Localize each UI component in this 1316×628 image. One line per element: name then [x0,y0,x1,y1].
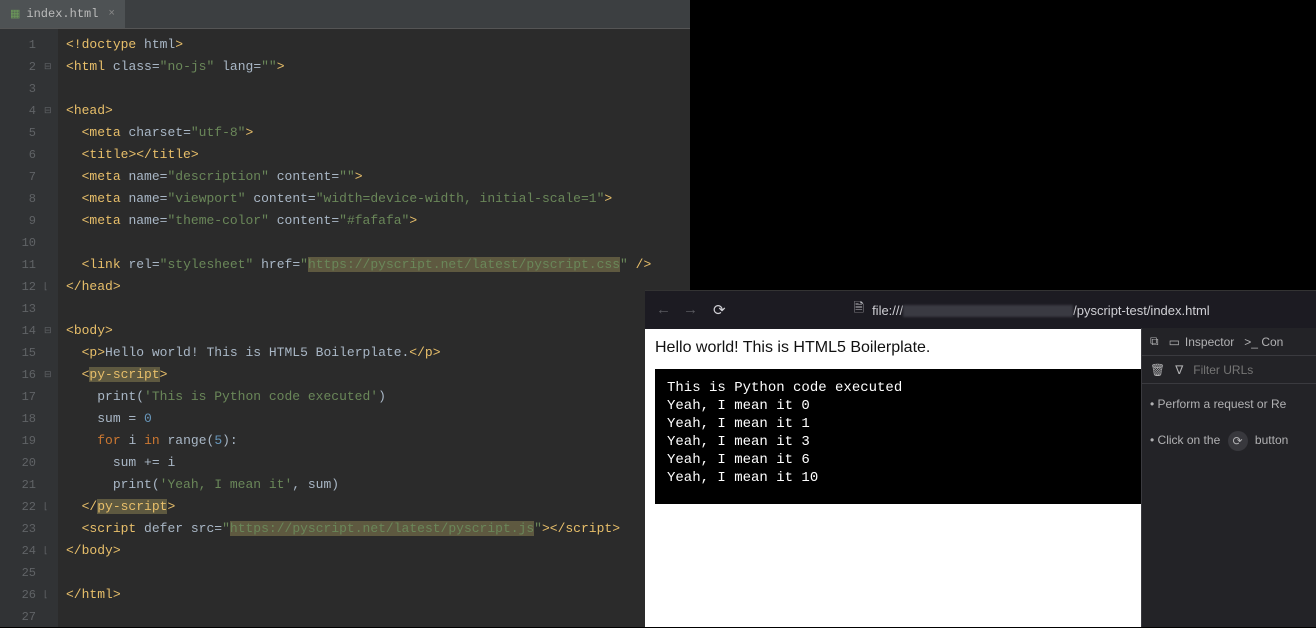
devtools-hint-2: Click on the ⟳ button [1150,430,1308,451]
reload-badge-icon: ⟳ [1228,431,1248,451]
fold-column: ⊟⊟⌊⊟⊟⌊⌊⌊ [44,29,58,627]
devtools-tab-inspector[interactable]: ▭ Inspector [1169,335,1235,349]
hint1-post: Re [1271,397,1286,411]
back-icon[interactable]: ← [659,302,668,319]
close-icon[interactable]: × [108,8,115,20]
url-text: file:/// /pyscript-test/index.html [872,303,1210,318]
editor-tab-bar: ▦ index.html × [0,0,690,29]
console-icon: >_ [1244,335,1258,349]
filter-urls-input[interactable] [1193,363,1316,377]
reload-icon[interactable]: ⟳ [713,301,726,320]
code-content[interactable]: <!doctype html><html class="no-js" lang=… [58,29,690,627]
browser-toolbar: ← → ⟳ 🗎 file:/// /pyscript-test/index.htm… [645,291,1316,329]
html-file-icon: ▦ [10,7,20,21]
devtools-hint-1: Perform a request or Re [1150,394,1308,414]
hint1-pre: Perform a request or [1158,397,1271,411]
devtools-filter-row: 🗑 ∇ [1142,356,1316,384]
url-obscured-segment [903,305,1073,317]
devtools-tab-console-label: Con [1261,335,1283,349]
devtools-panel: ⧉ ▭ Inspector >_ Con 🗑 ∇ Perform a reque… [1141,328,1316,627]
hint2-pre: Click on the [1158,433,1224,447]
editor-tab-filename: index.html [26,7,98,21]
code-editor: ▦ index.html × 1234567891011121314151617… [0,0,690,627]
trash-icon[interactable]: 🗑 [1150,363,1165,377]
devtools-tab-inspector-label: Inspector [1185,335,1234,349]
inspector-icon: ▭ [1169,335,1180,349]
devtools-body: Perform a request or Re Click on the ⟳ b… [1142,384,1316,461]
url-suffix: /pyscript-test/index.html [1073,303,1210,318]
editor-tab-index-html[interactable]: ▦ index.html × [0,0,125,28]
url-prefix: file:/// [872,303,903,318]
pyscript-output: This is Python code executed Yeah, I mea… [655,369,1143,504]
devtools-tab-console[interactable]: >_ Con [1244,335,1283,349]
url-bar[interactable]: 🗎 file:/// /pyscript-test/index.html [854,296,1302,324]
forward-icon[interactable]: → [686,302,695,319]
document-icon: 🗎 [854,299,864,321]
devtools-tabbar: ⧉ ▭ Inspector >_ Con [1142,328,1316,356]
line-number-gutter: 1234567891011121314151617181920212223242… [0,29,44,627]
dock-icon[interactable]: ⧉ [1150,334,1159,349]
filter-icon: ∇ [1175,363,1183,377]
hint2-post: button [1255,433,1288,447]
code-area[interactable]: 1234567891011121314151617181920212223242… [0,29,690,627]
